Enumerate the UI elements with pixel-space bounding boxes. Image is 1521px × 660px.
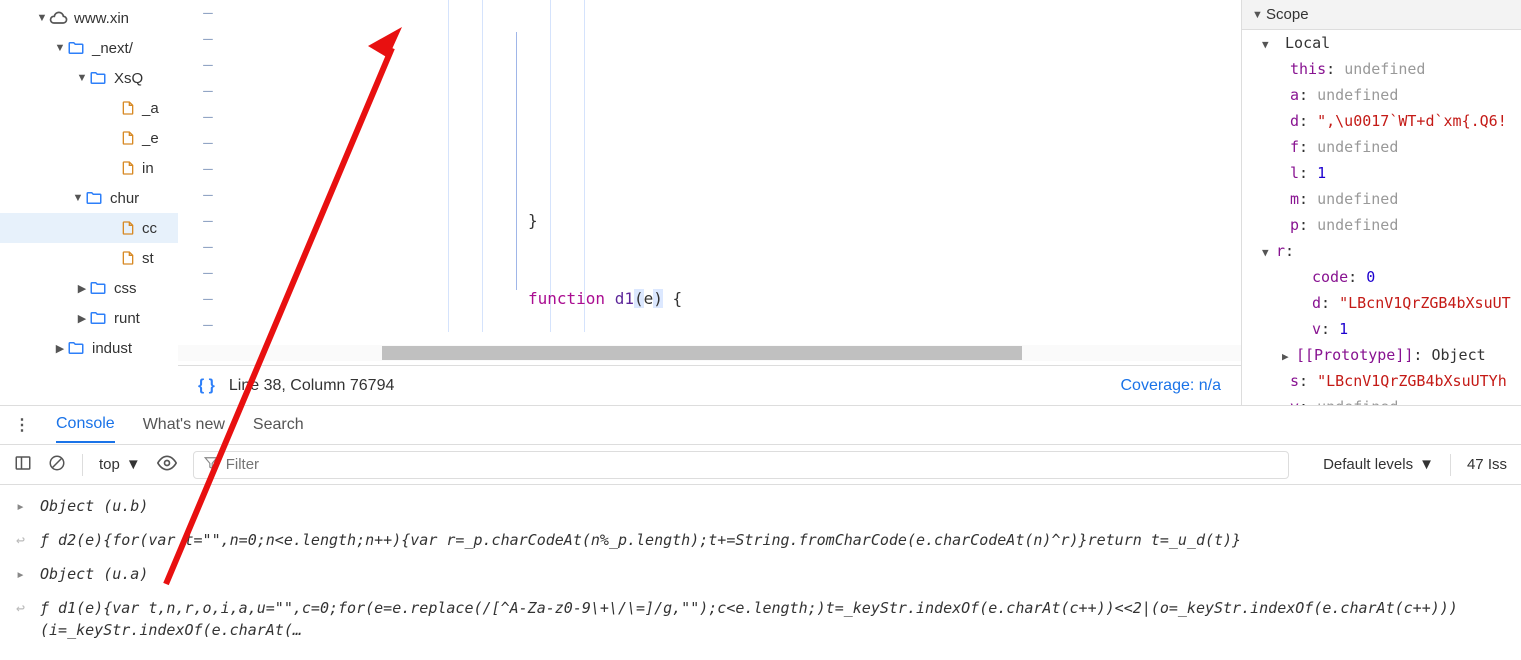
tree-toggle-icon[interactable]: ▼ — [36, 12, 48, 24]
drawer-menu-icon[interactable]: ⋮ — [14, 415, 28, 435]
tree-item[interactable]: ▶ runt — [0, 303, 178, 333]
source-pane: ––– ––– ––– ––– – } function d1(e) { var… — [178, 0, 1241, 405]
scope-property[interactable]: l: 1 — [1242, 160, 1521, 186]
folder-icon — [66, 338, 86, 358]
file-tree[interactable]: ▼ www.xin ▼ _next/ ▼ XsQ _a _ein ▼ churcc st ▶ css ▶ r… — [0, 0, 178, 405]
folder-icon — [88, 308, 108, 328]
filter-wrap[interactable] — [193, 451, 1289, 479]
folder-icon — [88, 68, 108, 88]
tab-search[interactable]: Search — [253, 408, 304, 442]
tree-label: _next/ — [92, 40, 133, 57]
scope-property[interactable]: code: 0 — [1242, 264, 1521, 290]
file-icon — [118, 159, 138, 177]
tree-item[interactable]: ▼ XsQ — [0, 63, 178, 93]
tree-label: _a — [142, 100, 159, 117]
issues-link[interactable]: 47 Iss — [1467, 456, 1507, 473]
console-output[interactable]: ▸Object (u.b) ↩ƒ d2(e){for(var t="",n=0;… — [0, 485, 1521, 651]
tree-item[interactable]: in — [0, 153, 178, 183]
tree-item[interactable]: ▼ chur — [0, 183, 178, 213]
tab-whats-new[interactable]: What's new — [143, 408, 225, 442]
log-level-selector[interactable]: Default levels ▼ — [1323, 456, 1434, 473]
tree-toggle-icon[interactable]: ▶ — [76, 282, 88, 295]
tree-item[interactable]: ▼ www.xin — [0, 3, 178, 33]
folder-icon — [66, 38, 86, 58]
scope-property[interactable]: f: undefined — [1242, 134, 1521, 160]
tree-item[interactable]: ▶ indust — [0, 333, 178, 363]
code-area[interactable]: } function d1(e) { var t, n, r, o, i, a,… — [238, 0, 1241, 346]
filter-input[interactable] — [226, 456, 1278, 473]
return-icon: ↩ — [16, 529, 30, 551]
drawer-tabs: ⋮ Console What's new Search — [0, 405, 1521, 445]
pretty-print-icon[interactable]: { } — [198, 377, 215, 395]
toggle-sidebar-icon[interactable] — [14, 454, 32, 476]
tree-toggle-icon[interactable]: ▶ — [76, 312, 88, 325]
tree-toggle-icon[interactable]: ▶ — [54, 342, 66, 355]
expand-icon[interactable]: ▸ — [16, 495, 30, 517]
scope-property[interactable]: ▼r: — [1242, 238, 1521, 264]
scope-property[interactable]: s: "LBcnV1QrZGB4bXsuUTYh — [1242, 368, 1521, 394]
filter-icon — [204, 456, 218, 474]
horizontal-scrollbar[interactable] — [178, 345, 1241, 361]
tree-toggle-icon[interactable]: ▼ — [54, 42, 66, 54]
tree-label: indust — [92, 340, 132, 357]
cursor-position: Line 38, Column 76794 — [229, 377, 394, 395]
scope-property[interactable]: d: "LBcnV1QrZGB4bXsuUT — [1242, 290, 1521, 316]
file-icon — [118, 99, 138, 117]
tree-toggle-icon[interactable]: ▼ — [72, 192, 84, 204]
tree-label: css — [114, 280, 137, 297]
tree-item[interactable]: _e — [0, 123, 178, 153]
folder-icon — [88, 278, 108, 298]
file-icon — [118, 219, 138, 237]
tree-item[interactable]: ▶ css — [0, 273, 178, 303]
tree-item[interactable]: _a — [0, 93, 178, 123]
tab-console[interactable]: Console — [56, 407, 115, 443]
tree-label: st — [142, 250, 154, 267]
context-selector[interactable]: top ▼ — [99, 456, 141, 473]
scope-property[interactable]: m: undefined — [1242, 186, 1521, 212]
console-toolbar: top ▼ Default levels ▼ 47 Iss — [0, 445, 1521, 485]
scope-property[interactable]: d: ",\u0017`WT+d`xm{.Q6! — [1242, 108, 1521, 134]
tree-label: www.xin — [74, 10, 129, 27]
tree-label: runt — [114, 310, 140, 327]
scope-property[interactable]: v: undefined — [1242, 394, 1521, 405]
scope-property[interactable]: a: undefined — [1242, 82, 1521, 108]
scope-property[interactable]: p: undefined — [1242, 212, 1521, 238]
tree-label: in — [142, 160, 154, 177]
chevron-down-icon: ▼ — [1419, 456, 1434, 473]
source-status-bar: { } Line 38, Column 76794 Coverage: n/a — [178, 365, 1241, 405]
tree-label: cc — [142, 220, 157, 237]
scope-title: Scope — [1266, 6, 1309, 23]
return-icon: ↩ — [16, 597, 30, 619]
scope-property[interactable]: this: undefined — [1242, 56, 1521, 82]
tree-label: chur — [110, 190, 139, 207]
clear-console-icon[interactable] — [48, 454, 66, 476]
coverage-status[interactable]: Coverage: n/a — [1120, 377, 1221, 395]
expand-icon[interactable]: ▸ — [16, 563, 30, 585]
cloud-icon — [48, 8, 68, 28]
chevron-down-icon: ▼ — [126, 456, 141, 473]
folder-icon — [84, 188, 104, 208]
tree-toggle-icon[interactable]: ▼ — [76, 72, 88, 84]
tree-item[interactable]: st — [0, 243, 178, 273]
tree-item[interactable]: cc — [0, 213, 178, 243]
file-icon — [118, 129, 138, 147]
scope-property[interactable]: v: 1 — [1242, 316, 1521, 342]
eye-icon[interactable] — [157, 453, 177, 477]
scope-property[interactable]: ▶[[Prototype]]: Object — [1242, 342, 1521, 368]
scope-local[interactable]: Local — [1285, 34, 1330, 52]
tree-label: XsQ — [114, 70, 143, 87]
file-icon — [118, 249, 138, 267]
tree-item[interactable]: ▼ _next/ — [0, 33, 178, 63]
scope-panel: ▼ Scope ▼ Local this: undefineda: undefi… — [1241, 0, 1521, 405]
tree-label: _e — [142, 130, 159, 147]
